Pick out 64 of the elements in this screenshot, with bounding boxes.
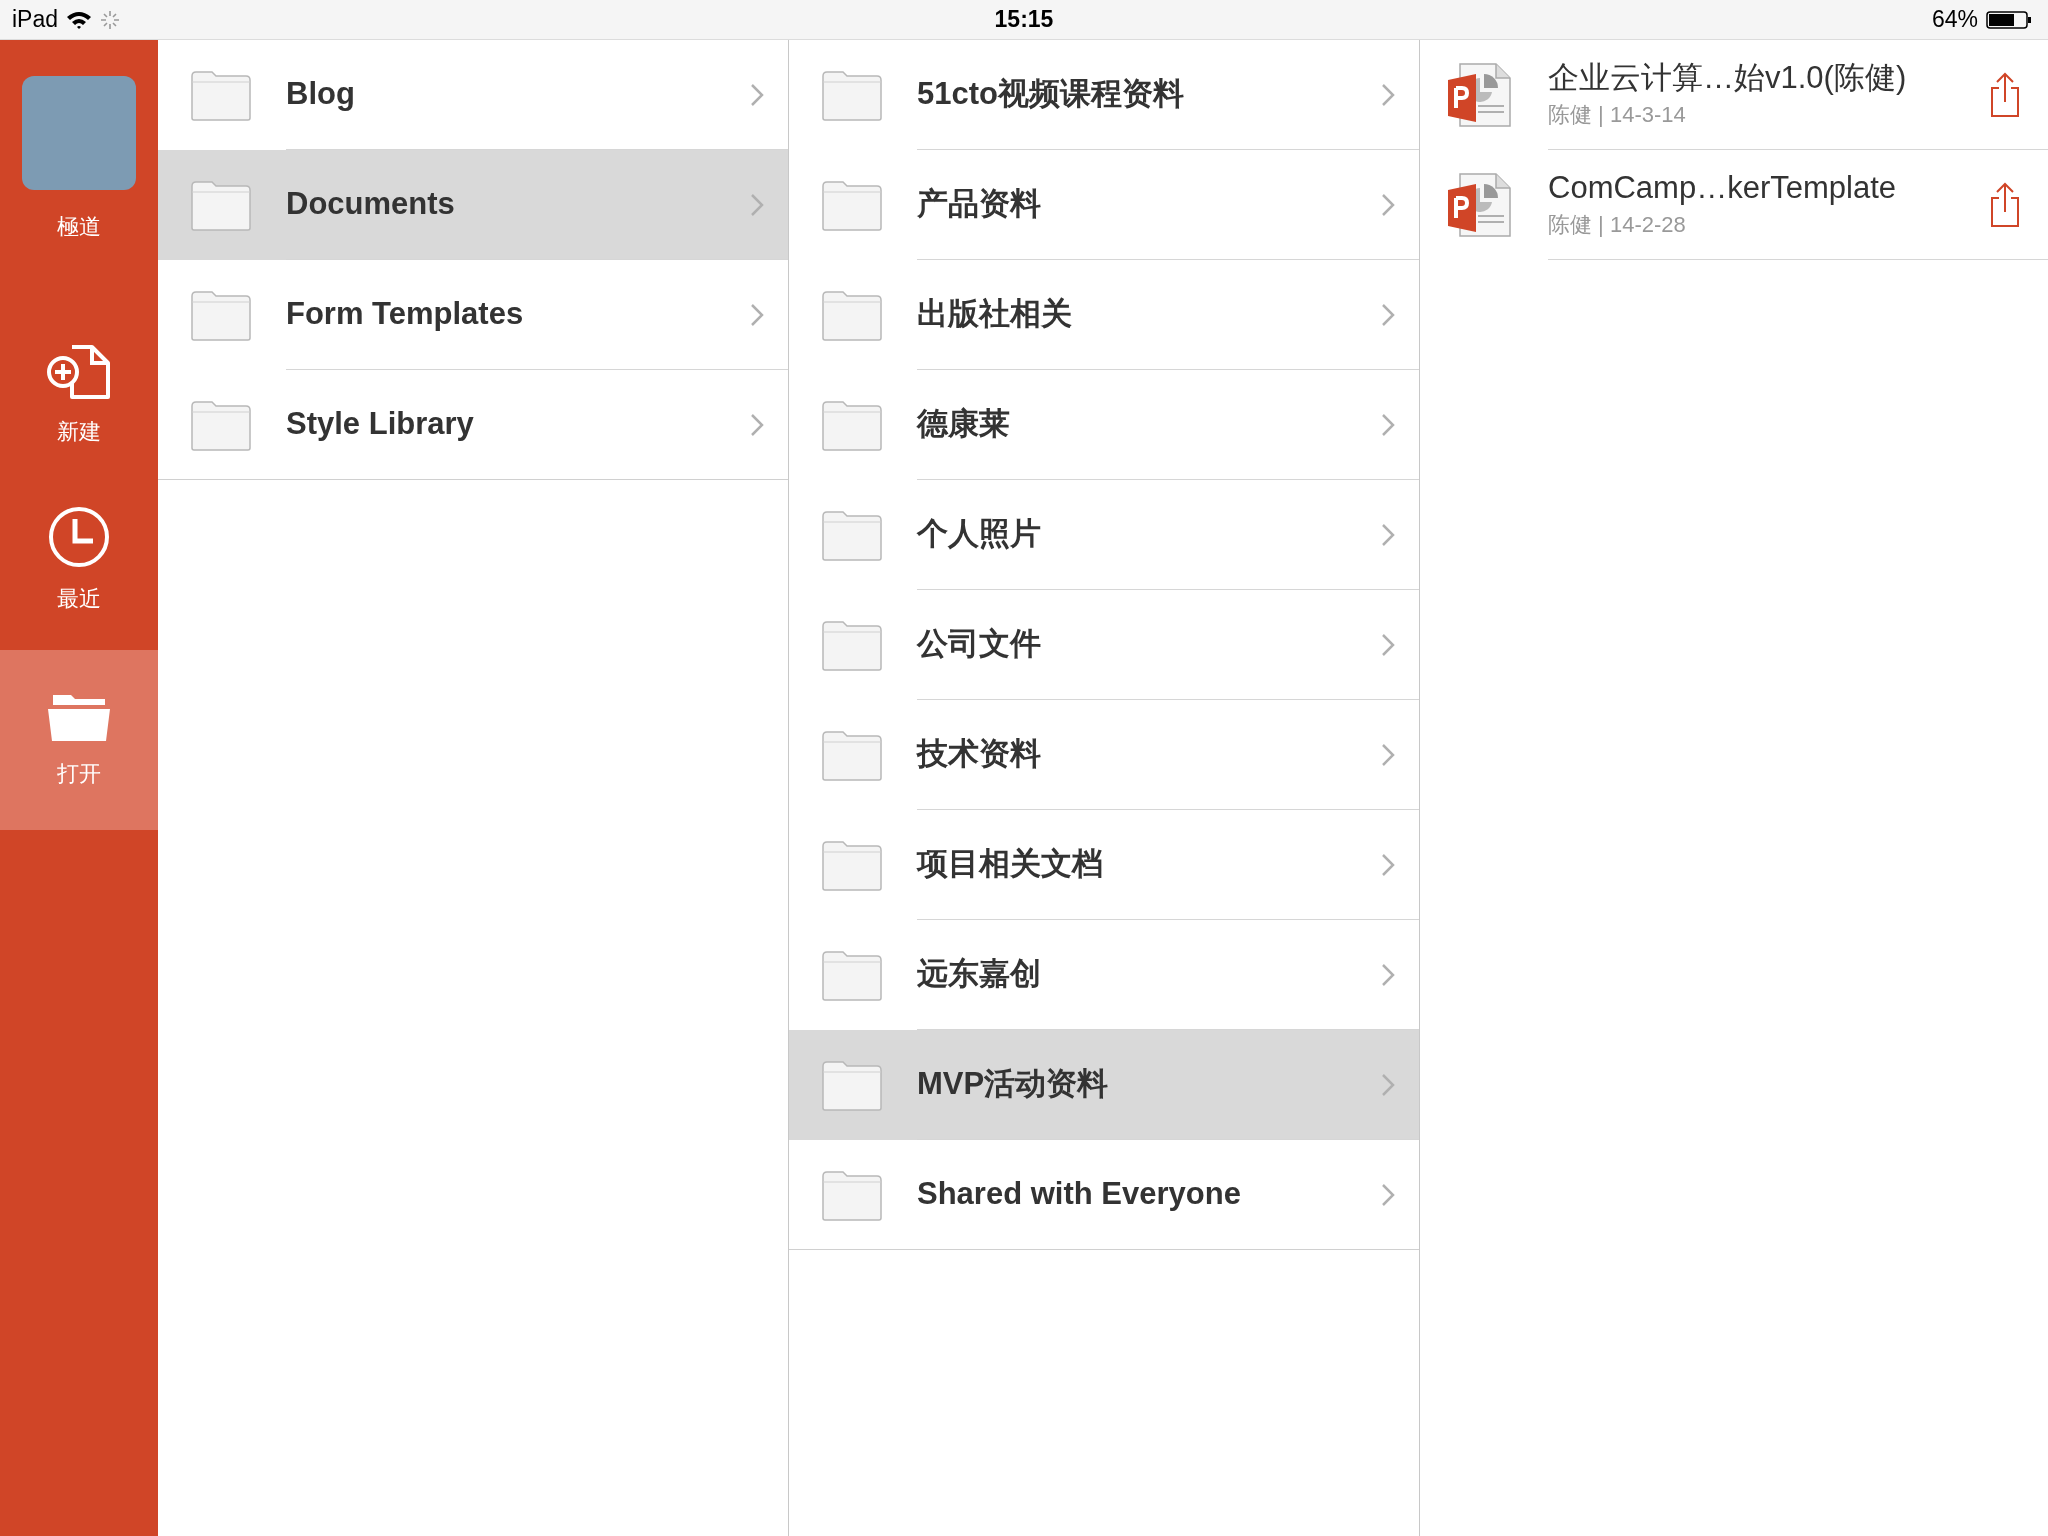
chevron-right-icon — [750, 192, 764, 217]
presentation-file-icon — [1446, 172, 1514, 238]
battery-percentage: 64% — [1931, 5, 1978, 35]
folder-icon — [190, 288, 252, 342]
folder-name: 技术资料 — [917, 735, 1042, 774]
folder-row[interactable]: Documents — [158, 150, 788, 260]
file-meta: 陈健 | 14-2-28 — [1548, 211, 1687, 239]
chevron-right-icon — [750, 82, 764, 107]
chevron-right-icon — [750, 412, 764, 437]
folder-name: 公司文件 — [917, 625, 1042, 664]
share-icon — [1990, 71, 2020, 118]
folder-icon — [821, 948, 883, 1002]
folder-icon — [821, 398, 883, 452]
folder-icon — [821, 838, 883, 892]
folder-name: Style Library — [286, 405, 475, 444]
folder-row[interactable]: MVP活动资料 — [789, 1030, 1419, 1140]
chevron-right-icon — [1381, 82, 1395, 107]
share-icon — [1990, 181, 2020, 228]
chevron-right-icon — [1381, 742, 1395, 767]
chevron-right-icon — [1381, 632, 1395, 657]
wifi-icon — [66, 9, 93, 30]
folder-name: 51cto视频课程资料 — [917, 75, 1185, 114]
loading-spinner-icon — [100, 9, 121, 30]
folder-icon — [190, 68, 252, 122]
chevron-right-icon — [1381, 1182, 1395, 1207]
folder-name: 个人照片 — [917, 515, 1042, 554]
folder-icon — [821, 618, 883, 672]
user-name: 極道 — [57, 213, 101, 241]
chevron-right-icon — [1381, 412, 1395, 437]
folder-name: 出版社相关 — [917, 295, 1073, 334]
folder-icon — [821, 68, 883, 122]
chevron-right-icon — [1381, 302, 1395, 327]
chevron-right-icon — [1381, 192, 1395, 217]
clock-time: 15:15 — [994, 5, 1054, 35]
chevron-right-icon — [1381, 852, 1395, 877]
chevron-right-icon — [1381, 522, 1395, 547]
chevron-right-icon — [750, 302, 764, 327]
battery-icon — [1986, 9, 2032, 30]
folder-name: Documents — [286, 185, 456, 224]
folder-name: Form Templates — [286, 295, 525, 334]
folder-name: 产品资料 — [917, 185, 1042, 224]
new-document-icon — [46, 342, 112, 401]
folder-icon — [821, 1058, 883, 1112]
file-row[interactable]: ComCamp…kerTemplate 陈健 | 14-2-28 — [1420, 150, 2048, 260]
device-name: iPad — [12, 5, 59, 35]
file-title: ComCamp…kerTemplate — [1548, 169, 1897, 207]
presentation-file-icon — [1446, 62, 1514, 128]
folder-name: 项目相关文档 — [917, 845, 1104, 884]
file-title: 企业云计算…始v1.0(陈健) — [1548, 59, 1908, 97]
folder-icon — [190, 178, 252, 232]
chevron-right-icon — [1381, 1072, 1395, 1097]
folder-name: Blog — [286, 75, 356, 114]
folder-name: MVP活动资料 — [917, 1065, 1110, 1104]
folder-name: Shared with Everyone — [917, 1175, 1242, 1214]
folder-name: 德康莱 — [917, 405, 1011, 444]
file-row[interactable]: 企业云计算…始v1.0(陈健) 陈健 | 14-3-14 — [1420, 40, 2048, 150]
folder-name: 远东嘉创 — [917, 955, 1042, 994]
clock-icon — [48, 505, 110, 568]
folder-icon — [821, 508, 883, 562]
folder-icon — [821, 288, 883, 342]
folder-icon — [821, 178, 883, 232]
chevron-right-icon — [1381, 962, 1395, 987]
file-meta: 陈健 | 14-3-14 — [1548, 101, 1687, 129]
folder-icon — [821, 728, 883, 782]
